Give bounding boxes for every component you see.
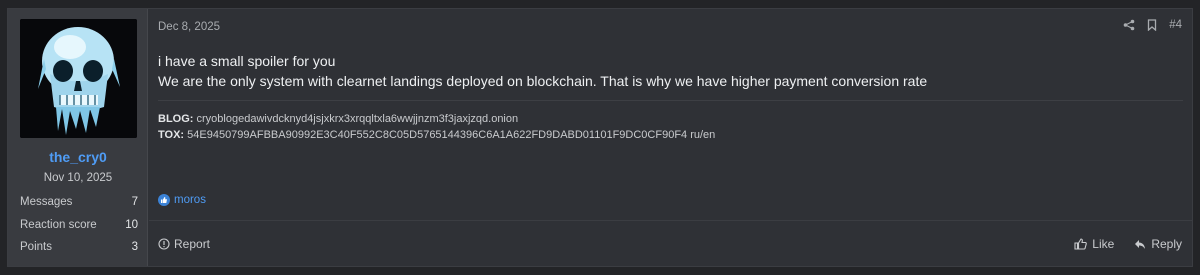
stat-points: Points 3: [20, 241, 138, 253]
blog-value: cryoblogedawivdcknyd4jsjxkrx3xrqqltxla6w…: [196, 113, 519, 125]
post-main: Dec 8, 2025 #4 i have a small spoiler fo…: [149, 9, 1192, 266]
username[interactable]: the_cry0: [8, 149, 148, 165]
stat-label: Messages: [20, 196, 73, 208]
post-number[interactable]: #4: [1169, 19, 1182, 31]
post-line: We are the only system with clearnet lan…: [158, 73, 928, 89]
report-label: Report: [174, 237, 211, 251]
tox-label: TOX:: [158, 129, 185, 141]
share-icon[interactable]: [1123, 19, 1135, 31]
report-button[interactable]: Report: [158, 237, 210, 251]
stat-reaction-score: Reaction score 10: [20, 219, 138, 231]
blog-label: BLOG:: [158, 113, 194, 125]
reaction-bar[interactable]: moros: [158, 194, 206, 206]
bookmark-icon[interactable]: [1147, 19, 1157, 31]
post-date[interactable]: Dec 8, 2025: [158, 21, 220, 33]
footer-actions: Like Reply: [1074, 237, 1182, 251]
stat-label: Points: [20, 241, 52, 253]
post-footer: Report Like Reply: [149, 220, 1192, 267]
stat-value: 3: [131, 241, 138, 253]
like-label: Like: [1092, 237, 1115, 251]
like-reaction-icon: [158, 194, 170, 206]
reaction-user[interactable]: moros: [174, 194, 206, 206]
reply-button[interactable]: Reply: [1134, 237, 1182, 251]
reply-icon: [1135, 239, 1146, 249]
thumbs-up-icon: [1074, 238, 1088, 250]
stat-value: 10: [125, 219, 138, 231]
stat-label: Reaction score: [20, 219, 97, 231]
reply-label: Reply: [1151, 237, 1182, 251]
tox-value: 54E9450799AFBBA90992E3C40F552C8C05D57651…: [187, 129, 716, 141]
report-icon: [158, 238, 170, 250]
post-body: i have a small spoiler for you We are th…: [158, 51, 927, 91]
like-button[interactable]: Like: [1074, 237, 1114, 251]
stat-value: 7: [131, 196, 138, 208]
join-date: Nov 10, 2025: [43, 172, 113, 184]
user-sidebar: the_cry0 Nov 10, 2025 Messages 7 Reactio…: [8, 9, 148, 266]
avatar[interactable]: [20, 19, 137, 138]
post-line: i have a small spoiler for you: [158, 53, 336, 69]
post-actions: #4: [1123, 19, 1182, 31]
forum-post: the_cry0 Nov 10, 2025 Messages 7 Reactio…: [7, 8, 1193, 267]
skull-avatar: [20, 19, 137, 138]
signature-divider: [158, 100, 1183, 101]
stat-messages: Messages 7: [20, 196, 138, 208]
signature: BLOG: cryoblogedawivdcknyd4jsjxkrx3xrqql…: [158, 111, 715, 143]
